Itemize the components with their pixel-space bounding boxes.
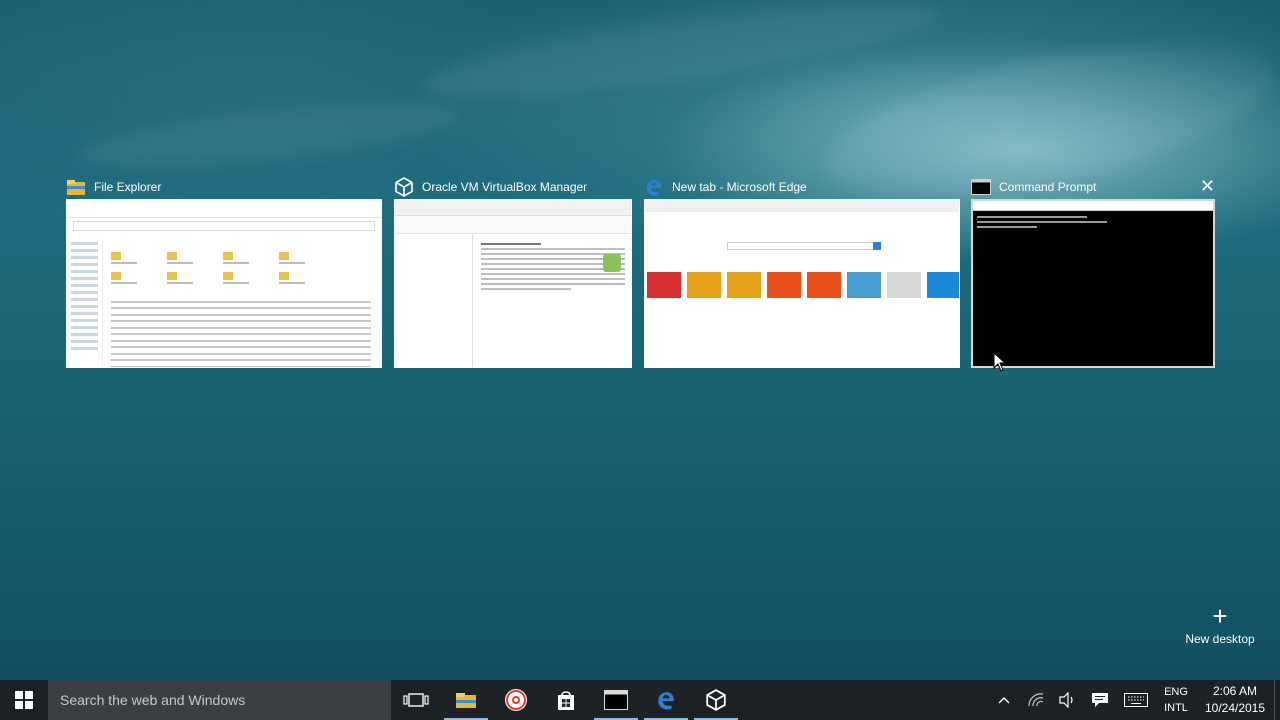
- window-title: File Explorer: [94, 180, 162, 194]
- edge-speed-dial-tile: [887, 272, 921, 298]
- clock-time: 2:06 AM: [1212, 684, 1258, 698]
- window-thumbnail[interactable]: [394, 199, 632, 368]
- task-view-icon: [403, 693, 429, 707]
- start-button[interactable]: [0, 680, 48, 720]
- edge-speed-dial-tile: [687, 272, 721, 298]
- window-title: New tab - Microsoft Edge: [672, 180, 807, 194]
- new-desktop-label: New desktop: [1185, 632, 1255, 646]
- taskbar-command-prompt[interactable]: [591, 680, 641, 720]
- network-icon: [1028, 693, 1044, 707]
- taskbar: ENG INTL 2:06 AM 10/24/2015: [0, 680, 1280, 720]
- edge-speed-dial-tile: [767, 272, 801, 298]
- network-button[interactable]: [1020, 680, 1052, 720]
- language-code: ENG: [1164, 686, 1188, 698]
- action-center-button[interactable]: [1084, 680, 1116, 720]
- chevron-up-icon: [998, 697, 1010, 704]
- file-explorer-icon: [66, 177, 86, 197]
- task-header: Command Prompt: [971, 176, 1096, 198]
- keyboard-layout: INTL: [1164, 702, 1188, 714]
- window-title: Command Prompt: [999, 180, 1097, 194]
- window-thumbnail[interactable]: [971, 199, 1215, 368]
- task-file-explorer[interactable]: File Explorer: [66, 176, 382, 372]
- window-title: Oracle VM VirtualBox Manager: [422, 180, 588, 194]
- wallpaper-streak: [78, 90, 462, 180]
- speaker-icon: [1059, 692, 1073, 708]
- taskbar-edge[interactable]: [641, 680, 691, 720]
- task-command-prompt[interactable]: Command Prompt ✕: [971, 176, 1215, 372]
- keyboard-icon: [1124, 693, 1148, 707]
- wallpaper-streak: [418, 0, 942, 116]
- edge-speed-dial-tile: [647, 272, 681, 298]
- notification-icon: [1092, 693, 1108, 707]
- task-view-button[interactable]: [391, 680, 441, 720]
- task-header: Oracle VM VirtualBox Manager: [394, 176, 587, 198]
- edge-speed-dial-tile: [927, 272, 959, 298]
- show-desktop-button[interactable]: [1274, 680, 1280, 720]
- window-thumbnail[interactable]: [66, 199, 382, 368]
- input-language-button[interactable]: ENG INTL: [1156, 684, 1196, 716]
- task-header: New tab - Microsoft Edge: [644, 176, 807, 198]
- window-thumbnail[interactable]: [644, 199, 960, 368]
- taskbar-store[interactable]: [541, 680, 591, 720]
- touch-keyboard-button[interactable]: [1116, 680, 1156, 720]
- virtualbox-icon: [394, 177, 414, 197]
- taskbar-file-explorer[interactable]: [441, 680, 491, 720]
- search-box[interactable]: [48, 680, 391, 720]
- clock-button[interactable]: 2:06 AM 10/24/2015: [1196, 683, 1274, 717]
- chrome-icon: [505, 689, 527, 711]
- file-explorer-icon: [456, 693, 476, 708]
- virtualbox-icon: [706, 689, 726, 711]
- taskbar-virtualbox[interactable]: [691, 680, 741, 720]
- system-tray: ENG INTL 2:06 AM 10/24/2015: [988, 680, 1280, 720]
- clock-date: 10/24/2015: [1204, 701, 1266, 715]
- edge-speed-dial-tile: [807, 272, 841, 298]
- search-input[interactable]: [60, 692, 391, 708]
- task-virtualbox[interactable]: Oracle VM VirtualBox Manager: [394, 176, 632, 372]
- edge-icon: [644, 177, 664, 197]
- taskbar-chrome[interactable]: [491, 680, 541, 720]
- edge-speed-dial-tile: [727, 272, 761, 298]
- store-icon: [558, 691, 574, 710]
- task-header: File Explorer: [66, 176, 161, 198]
- cmd-icon: [971, 177, 991, 197]
- edge-speed-dial-tile: [847, 272, 881, 298]
- task-edge[interactable]: New tab - Microsoft Edge: [644, 176, 960, 372]
- mouse-cursor-icon: [993, 352, 1007, 372]
- edge-icon: [658, 692, 674, 710]
- plus-icon: +: [1212, 601, 1228, 631]
- windows-logo-icon: [15, 691, 33, 709]
- cmd-icon: [604, 690, 628, 710]
- new-desktop-button[interactable]: + New desktop: [1180, 601, 1260, 646]
- close-window-button[interactable]: ✕: [1200, 177, 1215, 195]
- volume-button[interactable]: [1052, 680, 1084, 720]
- show-hidden-icons-button[interactable]: [988, 680, 1020, 720]
